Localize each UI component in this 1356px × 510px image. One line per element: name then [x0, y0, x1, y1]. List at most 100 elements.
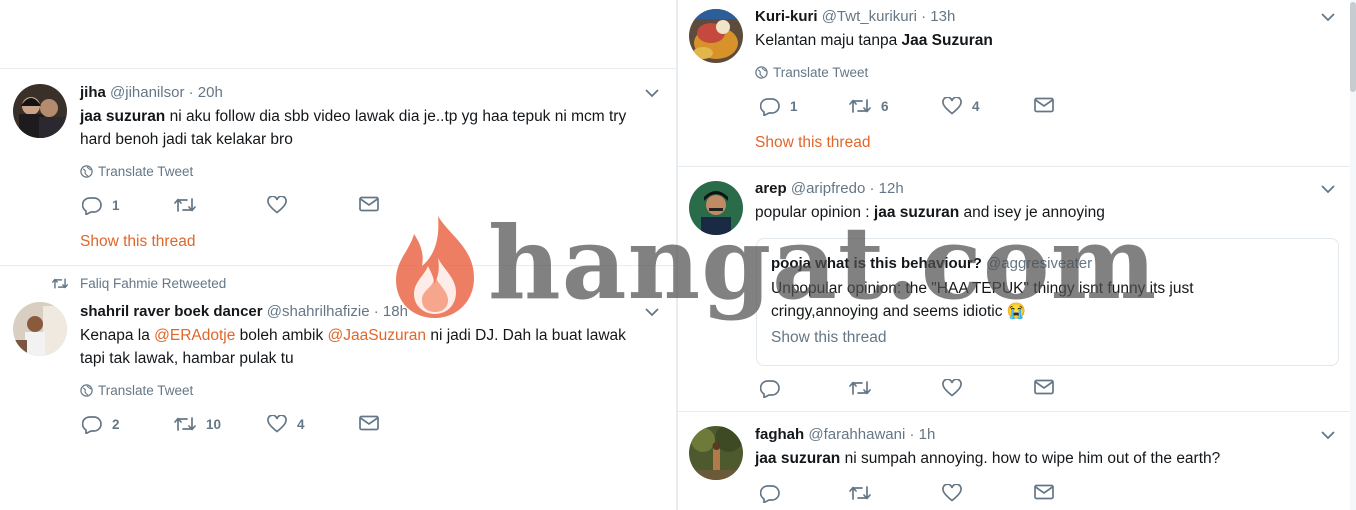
tweet-arep[interactable]: arep @aripfredo · 12h popular opinion : …	[678, 167, 1350, 410]
reply-icon	[760, 485, 780, 503]
tweet-text-line2: hard benoh jadi tak kelakar bro	[80, 131, 293, 148]
tweet-author-handle[interactable]: @shahrilhafizie	[267, 303, 370, 320]
retweet-count: 6	[881, 98, 889, 114]
retweet-button[interactable]	[849, 379, 881, 397]
avatar[interactable]	[13, 302, 67, 356]
keyword-highlight: jaa suzuran	[80, 108, 166, 125]
retweet-button[interactable]: 6	[849, 97, 889, 115]
left-timeline-column: jiha @jihanilsor · 20h jaa suzuran ni ak…	[0, 0, 676, 510]
chevron-down-icon[interactable]	[1321, 185, 1335, 194]
direct-message-button[interactable]	[1034, 97, 1064, 113]
retweet-icon	[174, 198, 196, 212]
translate-tweet-link[interactable]: Translate Tweet	[80, 164, 193, 179]
tweet-author-handle[interactable]: @Twt_kurikuri	[822, 8, 917, 25]
translate-tweet-link[interactable]: Translate Tweet	[80, 383, 193, 398]
quoted-tweet-text: Unpopular opinion: the "HAA TEPUK" thing…	[771, 277, 1211, 323]
mention-link[interactable]: @ERAdotje	[154, 327, 235, 344]
retweet-icon	[849, 381, 871, 395]
retweet-button[interactable]	[174, 196, 206, 214]
like-button[interactable]	[942, 379, 972, 397]
tweet-text-line1: ni aku follow dia sbb video lawak dia je…	[165, 108, 627, 125]
tweet-actions: 1	[80, 196, 400, 218]
chevron-down-icon[interactable]	[645, 308, 659, 317]
translate-label: Translate Tweet	[773, 65, 869, 80]
tweet-jiha[interactable]: jiha @jihanilsor · 20h jaa suzuran ni ak…	[0, 69, 676, 265]
envelope-icon	[1034, 97, 1054, 113]
tweet-text: jaa suzuran ni aku follow dia sbb video …	[80, 105, 660, 151]
retweet-button[interactable]: 10	[174, 415, 221, 433]
tweet-text: Kelantan maju tanpa Jaa Suzuran	[755, 29, 1315, 52]
tweet-text-segment: Kelantan maju tanpa	[755, 32, 902, 49]
tweet-author-name[interactable]: jiha	[80, 84, 106, 101]
tweet-author-name[interactable]: faghah	[755, 426, 804, 443]
envelope-icon	[1034, 379, 1054, 395]
separator-dot: ·	[909, 426, 915, 443]
globe-icon	[80, 384, 93, 397]
show-this-thread-link[interactable]: Show this thread	[80, 233, 195, 251]
quoted-show-thread-link[interactable]: Show this thread	[771, 329, 886, 347]
reply-button[interactable]: 1	[82, 196, 120, 215]
avatar[interactable]	[13, 84, 67, 138]
envelope-icon	[359, 415, 379, 431]
reply-button[interactable]: 1	[760, 97, 798, 116]
direct-message-button[interactable]	[1034, 379, 1064, 395]
like-button[interactable]	[267, 196, 297, 214]
tweet-text-segment: Kenapa la	[80, 327, 155, 344]
retweet-icon	[849, 486, 871, 500]
like-button[interactable]	[942, 484, 972, 502]
mention-link[interactable]: @JaaSuzuran	[328, 327, 426, 344]
tweet-shahril[interactable]: Faliq Fahmie Retweeted shahril raver boe…	[0, 266, 676, 446]
tweet-timestamp[interactable]: 20h	[198, 84, 223, 101]
heart-icon	[942, 379, 962, 397]
avatar[interactable]	[689, 9, 743, 63]
quoted-tweet-card[interactable]: pooja what is this behaviour? @aggresive…	[756, 238, 1339, 366]
envelope-icon	[359, 196, 379, 212]
reply-button[interactable]	[760, 484, 790, 503]
reply-count: 1	[790, 99, 798, 114]
reply-count: 1	[112, 198, 120, 213]
tweet-timestamp[interactable]: 18h	[383, 303, 408, 320]
heart-icon	[942, 484, 962, 502]
heart-icon	[942, 97, 962, 115]
tweet-author-name[interactable]: shahril raver boek dancer	[80, 303, 263, 320]
direct-message-button[interactable]	[359, 196, 389, 212]
reply-icon	[760, 380, 780, 398]
translate-label: Translate Tweet	[98, 164, 194, 179]
separator-dot: ·	[188, 84, 194, 101]
translate-tweet-link[interactable]: Translate Tweet	[755, 65, 868, 80]
tweet-faghah[interactable]: faghah @farahhawani · 1h jaa suzuran ni …	[678, 412, 1350, 510]
right-timeline-column: Kuri-kuri @Twt_kurikuri · 13h Kelantan m…	[678, 0, 1350, 510]
retweeted-by-line[interactable]: Faliq Fahmie Retweeted	[52, 276, 226, 291]
tweet-author-handle[interactable]: @jihanilsor	[110, 84, 184, 101]
tweet-author-handle[interactable]: @farahhawani	[808, 426, 905, 443]
show-this-thread-link[interactable]: Show this thread	[755, 134, 870, 152]
reply-icon	[760, 98, 780, 116]
tweet-text: Kenapa la @ERAdotje boleh ambik @JaaSuzu…	[80, 324, 670, 370]
tweet-author-handle[interactable]: @aripfredo	[791, 180, 865, 197]
reply-button[interactable]	[760, 379, 790, 398]
retweet-button[interactable]	[849, 484, 881, 502]
reply-icon	[82, 197, 102, 215]
tweet-author-name[interactable]: arep	[755, 180, 787, 197]
tweet-author-name[interactable]: Kuri-kuri	[755, 8, 818, 25]
reply-icon	[82, 416, 102, 434]
quoted-text-line1: Unpopular opinion: the "HAA TEPUK" thing…	[771, 280, 1194, 297]
scrollbar-thumb[interactable]	[1350, 2, 1356, 92]
reply-button[interactable]: 2	[82, 415, 120, 434]
chevron-down-icon[interactable]	[645, 89, 659, 98]
direct-message-button[interactable]	[359, 415, 389, 431]
tweet-actions: 2 10 4	[80, 415, 400, 437]
tweet-text-segment: popular opinion :	[755, 204, 874, 221]
tweet-timestamp[interactable]: 1h	[919, 426, 936, 443]
avatar[interactable]	[689, 426, 743, 480]
tweet-timestamp[interactable]: 12h	[879, 180, 904, 197]
chevron-down-icon[interactable]	[1321, 13, 1335, 22]
scrollbar[interactable]	[1350, 0, 1356, 510]
tweet-timestamp[interactable]: 13h	[930, 8, 955, 25]
like-button[interactable]: 4	[942, 97, 980, 115]
like-button[interactable]: 4	[267, 415, 305, 433]
avatar[interactable]	[689, 181, 743, 235]
tweet-kuri-kuri[interactable]: Kuri-kuri @Twt_kurikuri · 13h Kelantan m…	[678, 0, 1350, 166]
chevron-down-icon[interactable]	[1321, 431, 1335, 440]
direct-message-button[interactable]	[1034, 484, 1064, 500]
